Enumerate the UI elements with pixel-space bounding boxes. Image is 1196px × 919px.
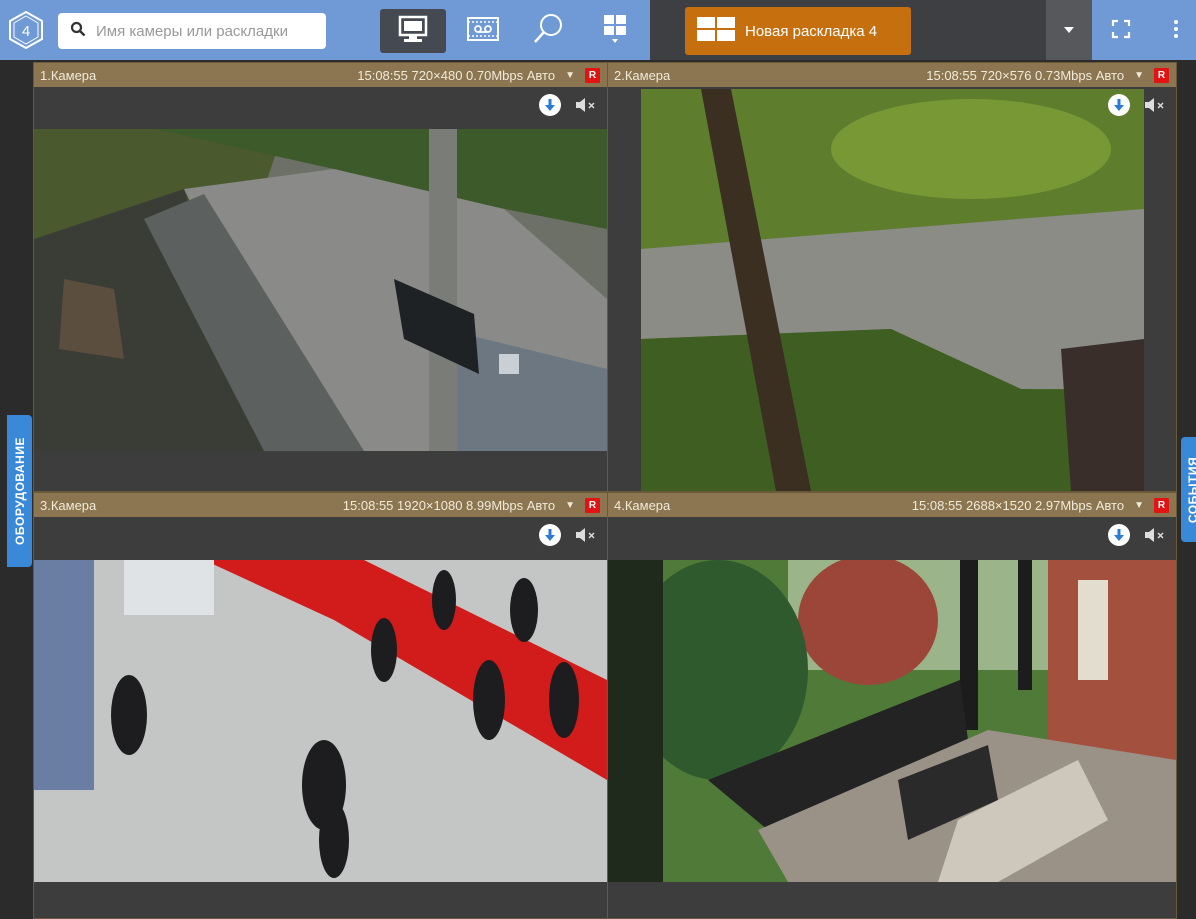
camera-header: 4.Камера 15:08:55 2688×1520 2.97Mbps Авт…	[608, 493, 1176, 517]
search-box	[58, 13, 326, 49]
archive-mode-button[interactable]	[450, 9, 516, 53]
chevron-down-icon[interactable]: ▼	[565, 500, 575, 511]
camera-name: 3.Камера	[40, 497, 97, 513]
more-menu-button[interactable]	[1166, 14, 1186, 48]
recording-badge[interactable]: R	[585, 67, 600, 83]
stream-info: 15:08:55 720×576 0.73Mbps Авто	[926, 67, 1125, 83]
camera-header: 3.Камера 15:08:55 1920×1080 8.99Mbps Авт…	[34, 493, 607, 517]
search-mode-button[interactable]	[515, 9, 581, 53]
equipment-tab-label: ОБОРУДОВАНИЕ	[12, 437, 27, 545]
stream-info: 15:08:55 2688×1520 2.97Mbps Авто	[911, 497, 1125, 513]
layout-name: Новая раскладка 4	[745, 22, 878, 40]
camera-tile-1[interactable]: 1.Камера 15:08:55 720×480 0.70Mbps Авто …	[33, 62, 608, 492]
camera-header: 1.Камера 15:08:55 720×480 0.70Mbps Авто …	[34, 63, 607, 87]
camera-header: 2.Камера 15:08:55 720×576 0.73Mbps Авто …	[608, 63, 1176, 87]
chevron-down-icon[interactable]: ▼	[1134, 70, 1144, 81]
video-feed[interactable]	[34, 560, 607, 882]
layouts-button[interactable]	[582, 9, 648, 53]
speaker-mute-icon[interactable]	[1144, 97, 1166, 113]
svg-text:4: 4	[22, 23, 30, 40]
stream-info: 15:08:55 1920×1080 8.99Mbps Авто	[342, 497, 556, 513]
live-mode-button[interactable]	[380, 9, 446, 53]
events-panel-tab[interactable]: СОБЫТИЯ	[1181, 437, 1196, 542]
download-icon[interactable]	[1108, 524, 1130, 546]
video-feed[interactable]	[641, 89, 1144, 491]
download-icon[interactable]	[539, 94, 561, 116]
chevron-down-icon	[1063, 21, 1075, 39]
chevron-down-icon[interactable]: ▼	[1134, 500, 1144, 511]
video-feed[interactable]	[34, 129, 607, 451]
tile-controls	[539, 524, 597, 546]
tile-controls	[539, 94, 597, 116]
equipment-panel-tab[interactable]: ОБОРУДОВАНИЕ	[7, 415, 32, 567]
archive-icon	[465, 14, 501, 49]
logo-icon[interactable]: 4	[8, 10, 44, 50]
stream-info: 15:08:55 720×480 0.70Mbps Авто	[357, 67, 556, 83]
magnifier-icon	[531, 12, 565, 51]
search-icon	[70, 21, 86, 42]
download-icon[interactable]	[539, 524, 561, 546]
events-tab-label: СОБЫТИЯ	[1186, 456, 1196, 523]
tile-controls	[1108, 524, 1166, 546]
layout-dropdown-button[interactable]	[1046, 0, 1092, 60]
tile-controls	[1108, 94, 1166, 116]
speaker-mute-icon[interactable]	[575, 97, 597, 113]
download-icon[interactable]	[1108, 94, 1130, 116]
recording-badge[interactable]: R	[1154, 67, 1169, 83]
camera-tile-4[interactable]: 4.Камера 15:08:55 2688×1520 2.97Mbps Авт…	[607, 492, 1177, 919]
monitor-icon	[397, 14, 429, 49]
speaker-mute-icon[interactable]	[1144, 527, 1166, 543]
search-input[interactable]	[94, 21, 318, 41]
video-feed[interactable]	[608, 560, 1176, 882]
camera-tile-3[interactable]: 3.Камера 15:08:55 1920×1080 8.99Mbps Авт…	[33, 492, 608, 919]
fullscreen-icon	[1111, 19, 1131, 44]
camera-tile-2[interactable]: 2.Камера 15:08:55 720×576 0.73Mbps Авто …	[607, 62, 1177, 492]
camera-name: 2.Камера	[614, 67, 671, 83]
camera-name: 1.Камера	[40, 67, 97, 83]
speaker-mute-icon[interactable]	[575, 527, 597, 543]
layout-icon	[697, 16, 735, 46]
recording-badge[interactable]: R	[1154, 497, 1169, 513]
camera-name: 4.Камера	[614, 497, 671, 513]
more-vertical-icon	[1173, 19, 1179, 44]
chevron-down-icon[interactable]: ▼	[565, 70, 575, 81]
recording-badge[interactable]: R	[585, 497, 600, 513]
current-layout-button[interactable]: Новая раскладка 4	[685, 7, 911, 55]
fullscreen-button[interactable]	[1104, 14, 1138, 48]
layouts-grid-icon	[600, 12, 630, 51]
